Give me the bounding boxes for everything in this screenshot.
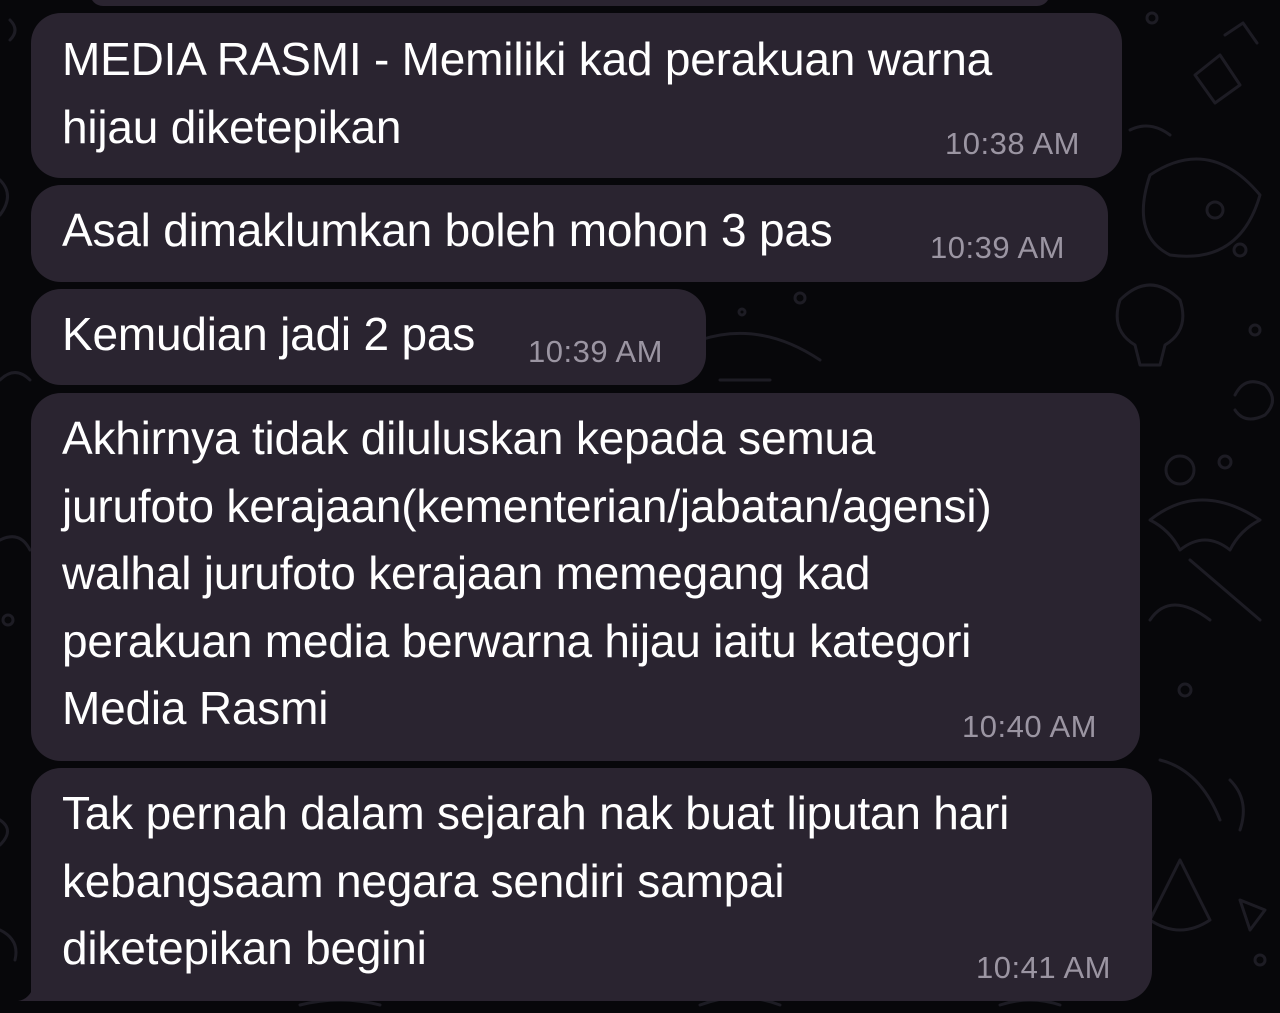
message-line: hijau diketepikan: [62, 100, 402, 153]
message-text: Akhirnya tidak diluluskan kepada semua j…: [62, 405, 992, 743]
message-bubble[interactable]: Asal dimaklumkan boleh mohon 3 pas 10:39…: [31, 185, 1108, 282]
message-time: 10:40 AM: [962, 709, 1097, 744]
bubble-tail: [18, 985, 48, 1001]
message-line: jurufoto kerajaan(kementerian/jabatan/ag…: [62, 479, 992, 532]
message-text: Kemudian jadi 2 pas: [62, 301, 475, 369]
message-time: 10:39 AM: [528, 334, 663, 369]
message-line: MEDIA RASMI - Memiliki kad perakuan warn…: [62, 33, 992, 85]
message-line: diketepikan begini: [62, 922, 427, 974]
message-text: Tak pernah dalam sejarah nak buat liputa…: [62, 780, 1009, 983]
message-line: Tak pernah dalam sejarah nak buat liputa…: [62, 787, 1010, 839]
message-line: perakuan media berwarna hijau iaitu kate…: [62, 614, 972, 667]
message-text: MEDIA RASMI - Memiliki kad perakuan warn…: [62, 26, 992, 161]
message-bubble[interactable]: Akhirnya tidak diluluskan kepada semua j…: [31, 393, 1140, 761]
message-time: 10:38 AM: [945, 126, 1080, 161]
message-line: Asal dimaklumkan boleh mohon 3 pas: [62, 204, 833, 256]
message-time: 10:39 AM: [930, 230, 1065, 265]
message-bubble[interactable]: Kemudian jadi 2 pas 10:39 AM: [31, 289, 706, 385]
message-line: Kemudian jadi 2 pas: [62, 308, 476, 360]
message-time: 10:41 AM: [976, 950, 1111, 985]
message-line: Media Rasmi: [62, 682, 329, 734]
previous-message-edge: [90, 0, 1050, 6]
message-line: Akhirnya tidak diluluskan kepada semua: [62, 412, 876, 464]
message-bubble[interactable]: MEDIA RASMI - Memiliki kad perakuan warn…: [31, 13, 1122, 178]
message-line: walhal jurufoto kerajaan memegang kad: [62, 547, 871, 599]
message-line: kebangsaam negara sendiri sampai: [62, 854, 785, 907]
message-bubble[interactable]: Tak pernah dalam sejarah nak buat liputa…: [31, 768, 1152, 1001]
message-text: Asal dimaklumkan boleh mohon 3 pas: [62, 197, 833, 265]
